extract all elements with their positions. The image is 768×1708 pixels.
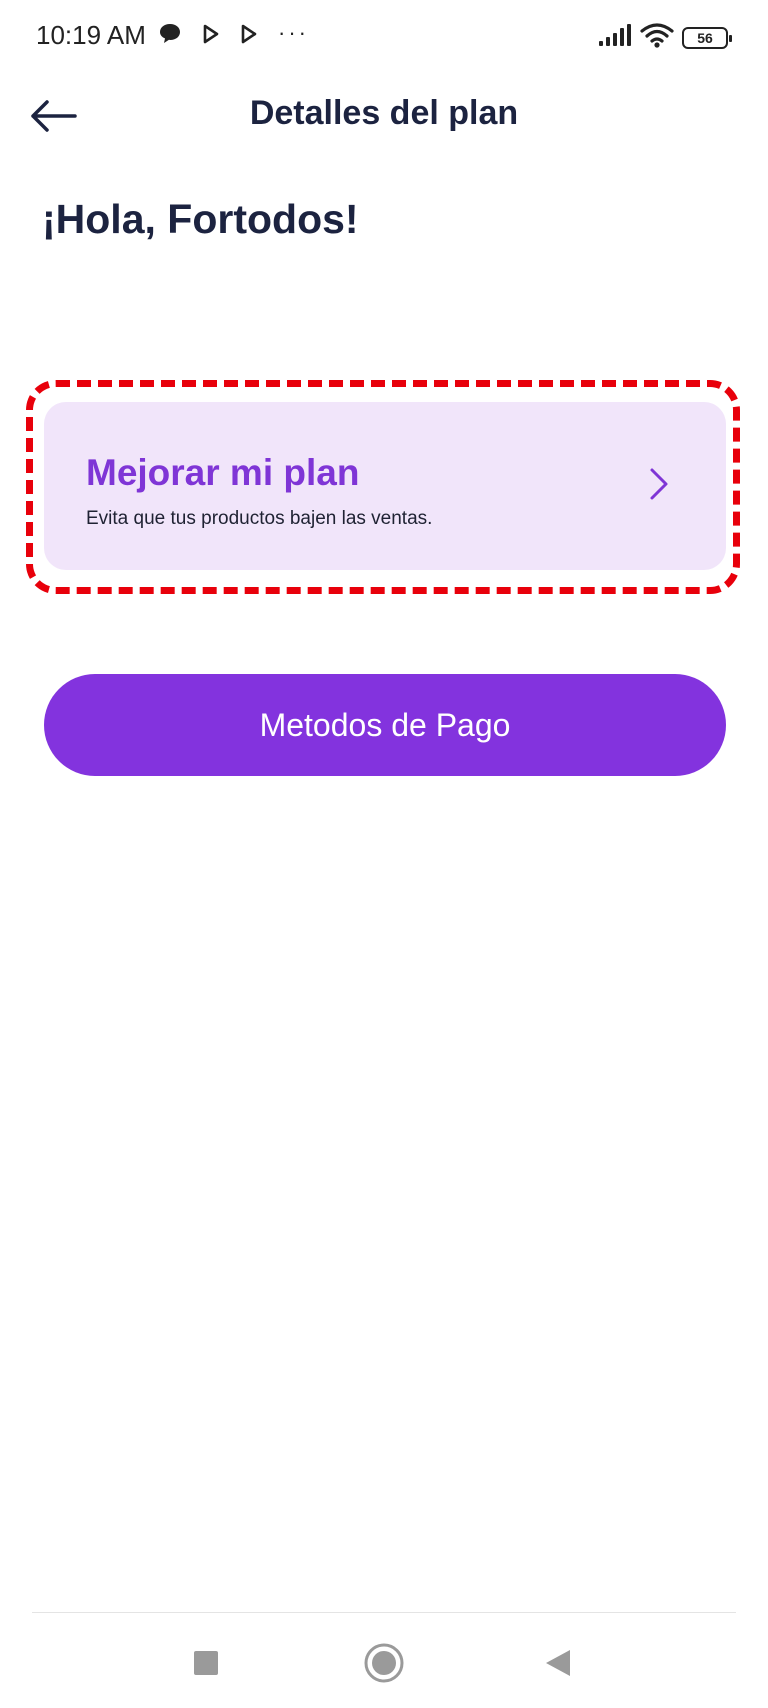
play-icon [240,24,258,49]
upgrade-plan-title: Mejorar mi plan [86,452,360,493]
chevron-right-icon [650,468,668,500]
upgrade-plan-subtitle: Evita que tus productos bajen las ventas… [86,508,433,529]
payment-methods-button[interactable]: Metodos de Pago [44,674,726,776]
notification-icons: ··· [158,19,309,51]
battery-icon: 56 [682,26,732,49]
wifi-icon [640,22,674,53]
greeting-heading: ¡Hola, Fortodos! [42,196,359,242]
app-header: Detalles del plan [0,76,768,156]
triangle-back-icon [546,1650,570,1676]
more-notifications-indicator: ··· [278,19,309,45]
recent-apps-button[interactable] [182,1639,230,1687]
app-screen: 10:19 AM ··· 56 Detalles del plan ¡Hola,… [0,0,768,1708]
square-icon [194,1651,218,1675]
status-time: 10:19 AM [36,20,146,50]
upgrade-plan-card[interactable]: Mejorar mi plan Evita que tus productos … [44,402,726,570]
system-nav-bar [0,1613,768,1708]
system-icons: 56 [598,22,732,53]
chat-bubble-icon [158,22,182,51]
home-button[interactable] [360,1639,408,1687]
circle-icon [364,1643,404,1683]
status-bar: 10:19 AM ··· 56 [0,0,768,76]
signal-icon [598,23,632,52]
play-icon [202,24,220,49]
back-nav-button[interactable] [534,1639,582,1687]
page-title: Detalles del plan [249,94,519,132]
